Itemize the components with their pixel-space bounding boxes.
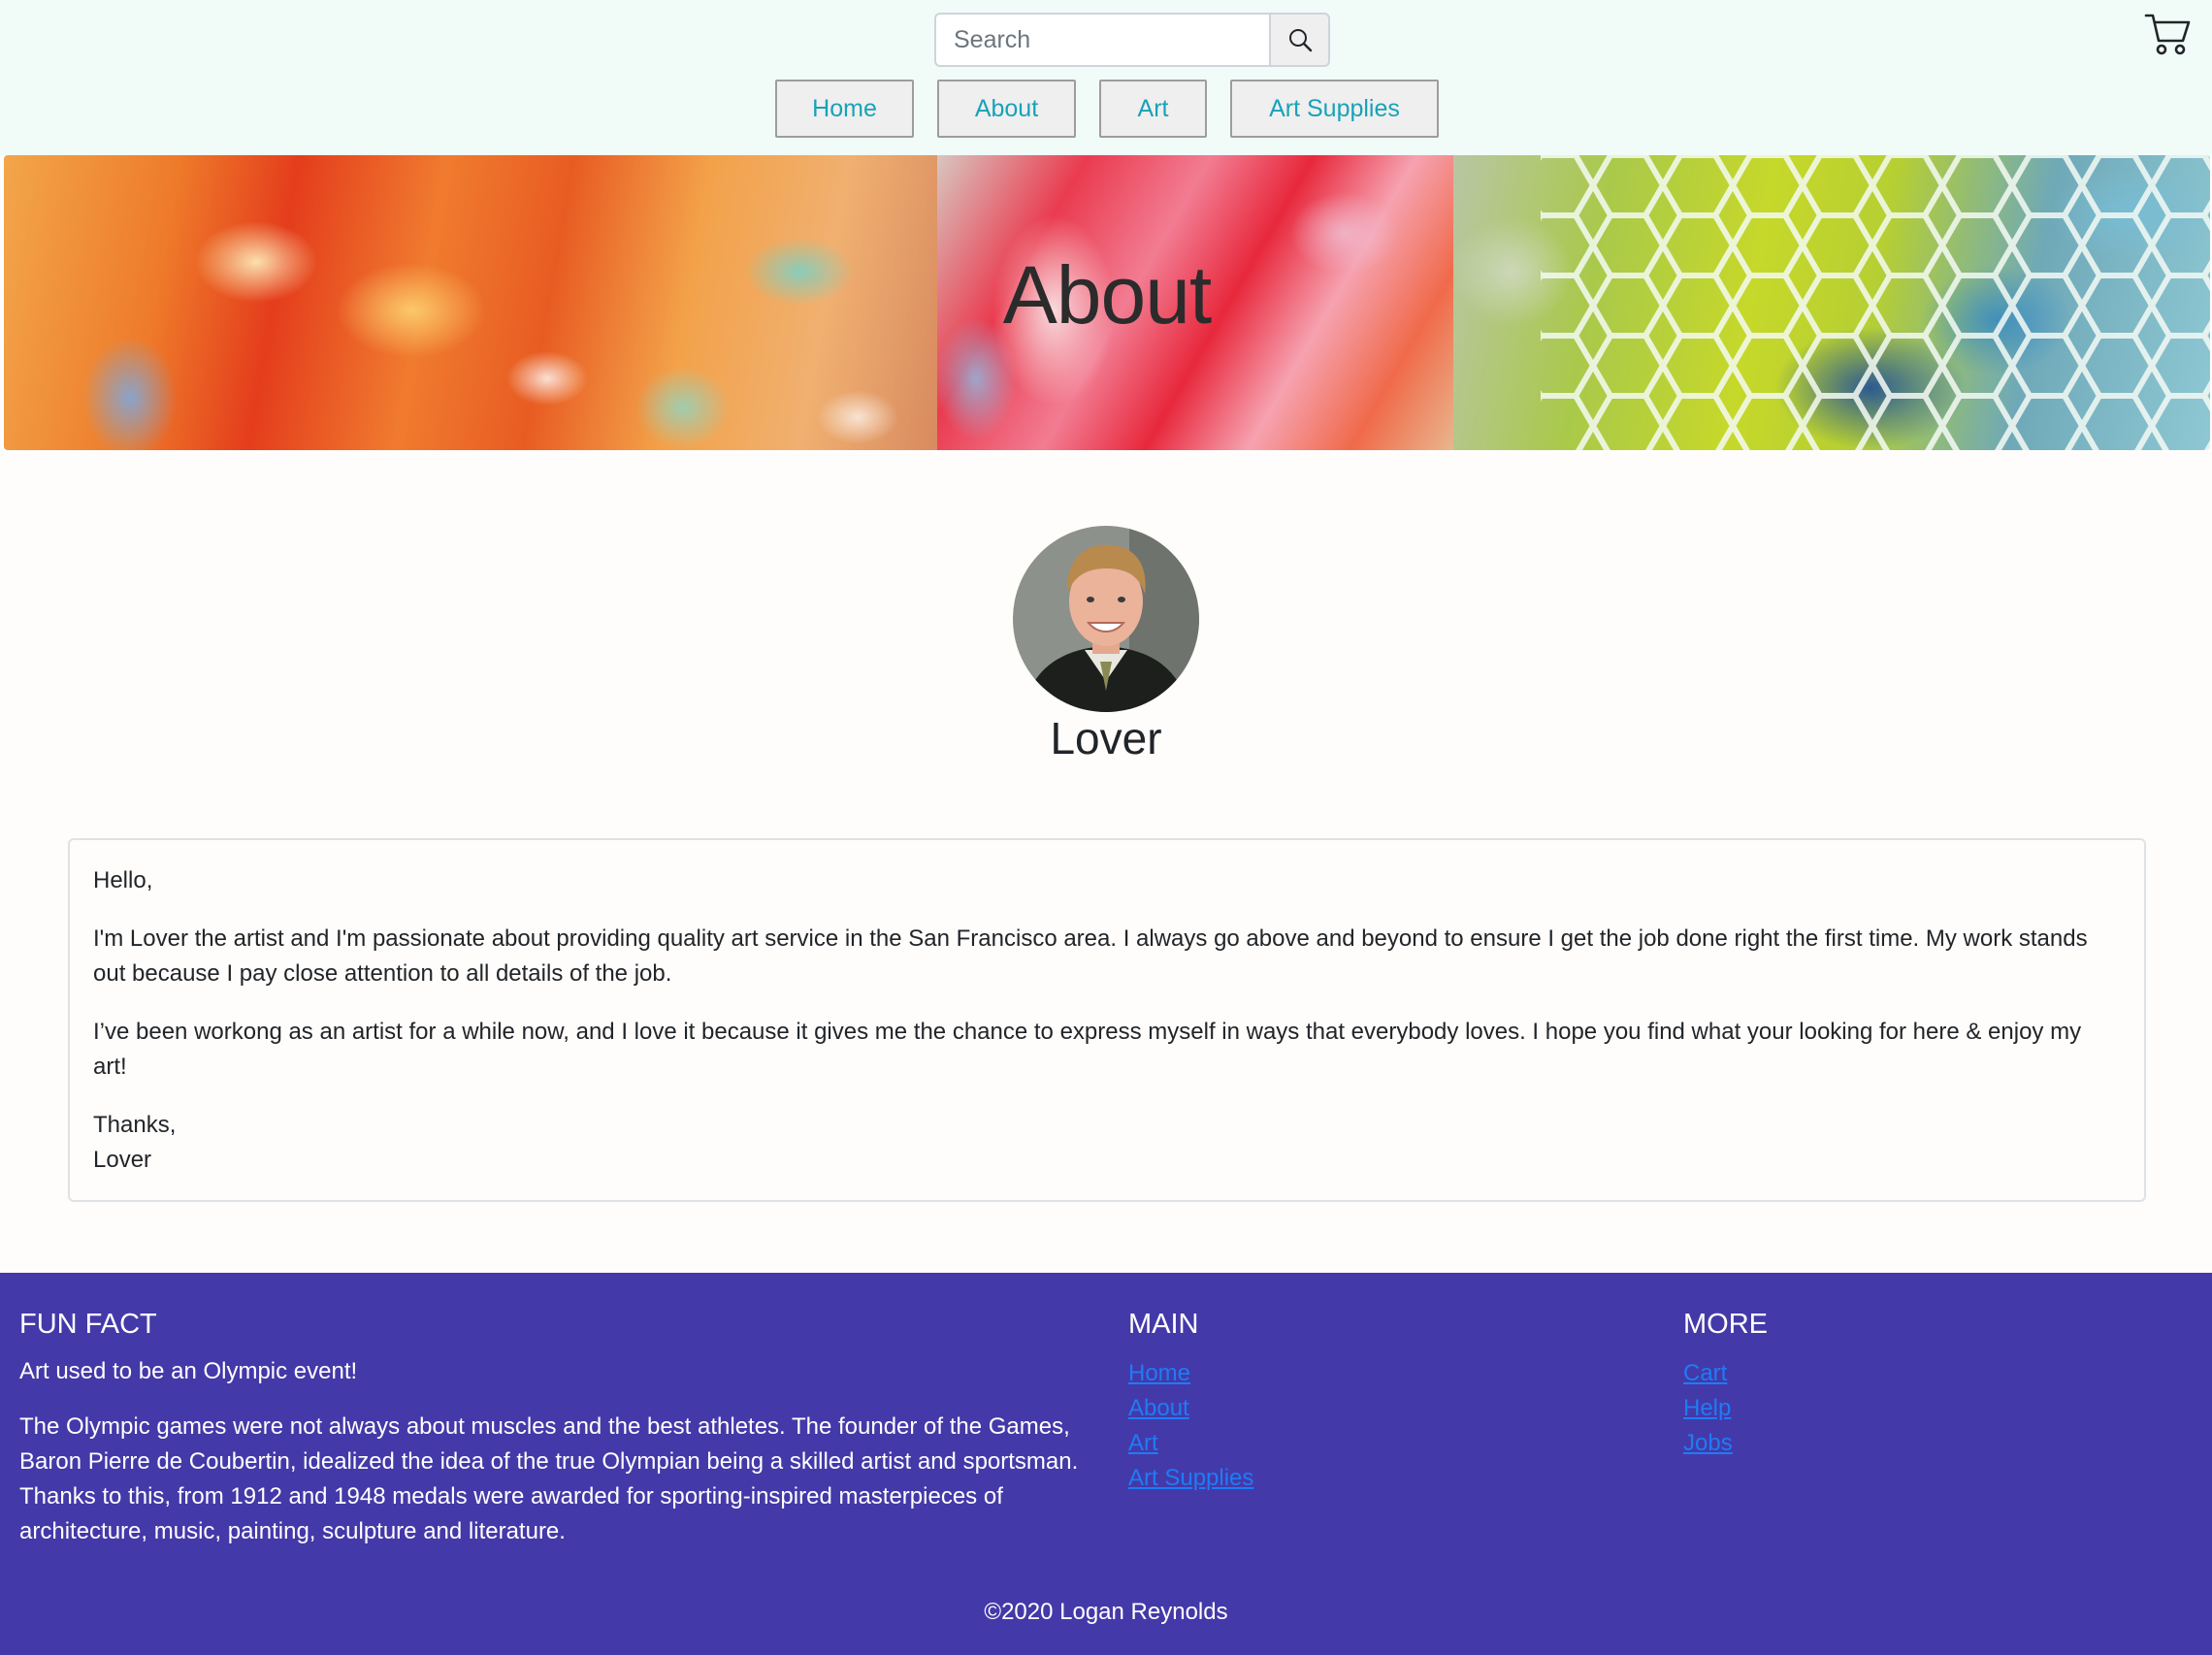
- search-input[interactable]: [934, 13, 1269, 67]
- hero-banner: About: [4, 155, 2210, 450]
- footer-link-art-supplies[interactable]: Art Supplies: [1128, 1465, 1253, 1491]
- bio-greeting: Hello,: [93, 867, 153, 893]
- bio-card: Hello, I'm Lover the artist and I'm pass…: [68, 838, 2146, 1202]
- artist-name: Lover: [1050, 713, 1162, 763]
- avatar: [1013, 526, 1199, 712]
- search-bar: [934, 13, 1330, 67]
- main-links-list: Home About Art Art Supplies: [1128, 1356, 1253, 1496]
- nav-art-button[interactable]: Art: [1099, 80, 1207, 138]
- bio-signoff-block: Thanks, Lover: [93, 1108, 2121, 1178]
- nav-about-button[interactable]: About: [937, 80, 1076, 138]
- fun-fact-heading: FUN FACT: [19, 1309, 157, 1340]
- footer-link-cart[interactable]: Cart: [1683, 1360, 1727, 1386]
- more-links-list: Cart Help Jobs: [1683, 1356, 1733, 1461]
- site-footer: FUN FACT Art used to be an Olympic event…: [0, 1273, 2212, 1655]
- main-links-heading: MAIN: [1128, 1309, 1199, 1340]
- bio-signature: Lover: [93, 1147, 152, 1173]
- bio-paragraph: I'm Lover the artist and I'm passionate …: [93, 925, 2088, 987]
- avatar-photo: [1013, 526, 1199, 712]
- search-icon: [1288, 29, 1312, 52]
- footer-link-art[interactable]: Art: [1128, 1430, 1158, 1456]
- site-header: Home About Art Art Supplies: [0, 0, 2212, 155]
- cart-icon[interactable]: [2144, 10, 2193, 56]
- page-title: About: [1002, 249, 1213, 341]
- bio-paragraph: I’ve been workong as an artist for a whi…: [93, 1019, 2082, 1080]
- fun-fact-body: The Olympic games were not always about …: [19, 1413, 1079, 1544]
- footer-link-jobs[interactable]: Jobs: [1683, 1430, 1733, 1456]
- copyright: ©2020 Logan Reynolds: [984, 1599, 1228, 1625]
- search-button[interactable]: [1269, 13, 1330, 67]
- footer-link-about[interactable]: About: [1128, 1395, 1189, 1421]
- more-links-heading: MORE: [1683, 1309, 1768, 1340]
- nav-art-supplies-button[interactable]: Art Supplies: [1230, 80, 1439, 138]
- nav-home-button[interactable]: Home: [775, 80, 914, 138]
- footer-link-home[interactable]: Home: [1128, 1360, 1190, 1386]
- bio-signoff: Thanks,: [93, 1112, 177, 1138]
- fun-fact-headline: Art used to be an Olympic event!: [19, 1358, 358, 1384]
- footer-link-help[interactable]: Help: [1683, 1395, 1731, 1421]
